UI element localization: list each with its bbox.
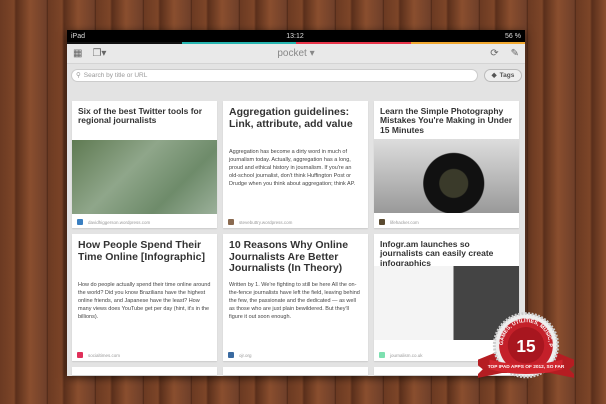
article-card-partial[interactable] bbox=[223, 367, 368, 375]
search-placeholder: Search by title or URL bbox=[83, 71, 148, 79]
article-excerpt: Written by 1. We're fighting to still be… bbox=[229, 282, 360, 320]
top-apps-badge: GAMES, UTILITIES, MUSIC, PHOTOS 15 TOP I… bbox=[478, 302, 574, 379]
site-favicon-icon bbox=[77, 219, 83, 225]
battery: 56 % bbox=[505, 32, 521, 40]
grid-icon[interactable]: ▦ bbox=[73, 48, 82, 59]
list-view-icon[interactable]: ❐▾ bbox=[92, 48, 106, 59]
article-excerpt: How do people actually spend their time … bbox=[78, 282, 211, 320]
search-icon: ⚲ bbox=[76, 72, 81, 79]
status-bar: iPad 13:12 56 % bbox=[67, 30, 525, 42]
clock: 13:12 bbox=[286, 32, 304, 40]
article-image-camera bbox=[374, 139, 519, 213]
article-card[interactable]: Learn the Simple Photography Mistakes Yo… bbox=[374, 101, 519, 228]
search-input[interactable]: ⚲ Search by title or URL bbox=[71, 68, 478, 82]
article-source[interactable]: journalism.co.uk bbox=[390, 353, 423, 358]
article-title[interactable]: Learn the Simple Photography Mistakes Yo… bbox=[374, 101, 519, 135]
article-title[interactable]: Aggregation guidelines: Link, attribute,… bbox=[223, 101, 368, 130]
pencil-icon[interactable]: ✎ bbox=[511, 48, 519, 59]
article-source[interactable]: lifehacker.com bbox=[390, 220, 419, 225]
app-title-menu[interactable]: pocket ▾ bbox=[67, 48, 525, 59]
article-excerpt: Aggregation has become a dirty word in m… bbox=[229, 149, 356, 187]
article-card[interactable]: 10 Reasons Why Online Journalists Are Be… bbox=[223, 234, 368, 361]
badge-number: 15 bbox=[516, 336, 536, 356]
badge-ribbon-text: TOP IPAD APPS OF 2012, SO FAR bbox=[488, 364, 565, 370]
article-title[interactable]: Infogr.am launches so journalists can ea… bbox=[374, 234, 519, 268]
article-source[interactable]: stevebuttry.wordpress.com bbox=[239, 220, 292, 225]
article-image-map bbox=[72, 140, 217, 214]
article-source[interactable]: davidhiggerson.wordpress.com bbox=[88, 220, 150, 225]
site-favicon-icon bbox=[379, 219, 385, 225]
site-favicon-icon bbox=[228, 352, 234, 358]
ipad-screen: iPad 13:12 56 % ▦ ❐▾ pocket ▾ ⟳ ✎ ⚲ Sear… bbox=[67, 30, 525, 376]
site-favicon-icon bbox=[77, 352, 83, 358]
article-title[interactable]: 10 Reasons Why Online Journalists Are Be… bbox=[223, 234, 368, 275]
device-label: iPad bbox=[71, 32, 86, 40]
tags-label: Tags bbox=[499, 71, 515, 79]
toolbar: ▦ ❐▾ pocket ▾ ⟳ ✎ bbox=[67, 44, 525, 64]
article-card[interactable]: Six of the best Twitter tools for region… bbox=[72, 101, 217, 228]
search-row: ⚲ Search by title or URL ◆ Tags bbox=[67, 64, 525, 86]
article-card[interactable]: Aggregation guidelines: Link, attribute,… bbox=[223, 101, 368, 228]
site-favicon-icon bbox=[228, 219, 234, 225]
article-source[interactable]: socialtimes.com bbox=[88, 353, 120, 358]
article-source[interactable]: ojr.org bbox=[239, 353, 252, 358]
site-favicon-icon bbox=[379, 352, 385, 358]
article-card-partial[interactable] bbox=[72, 367, 217, 375]
refresh-icon[interactable]: ⟳ bbox=[490, 48, 498, 59]
tags-button[interactable]: ◆ Tags bbox=[484, 68, 522, 82]
article-card[interactable]: How People Spend Their Time Online [Info… bbox=[72, 234, 217, 361]
article-title[interactable]: Six of the best Twitter tools for region… bbox=[72, 101, 217, 126]
tag-icon: ◆ bbox=[491, 72, 497, 79]
article-title[interactable]: How People Spend Their Time Online [Info… bbox=[72, 234, 217, 263]
article-grid: Six of the best Twitter tools for region… bbox=[72, 101, 519, 375]
